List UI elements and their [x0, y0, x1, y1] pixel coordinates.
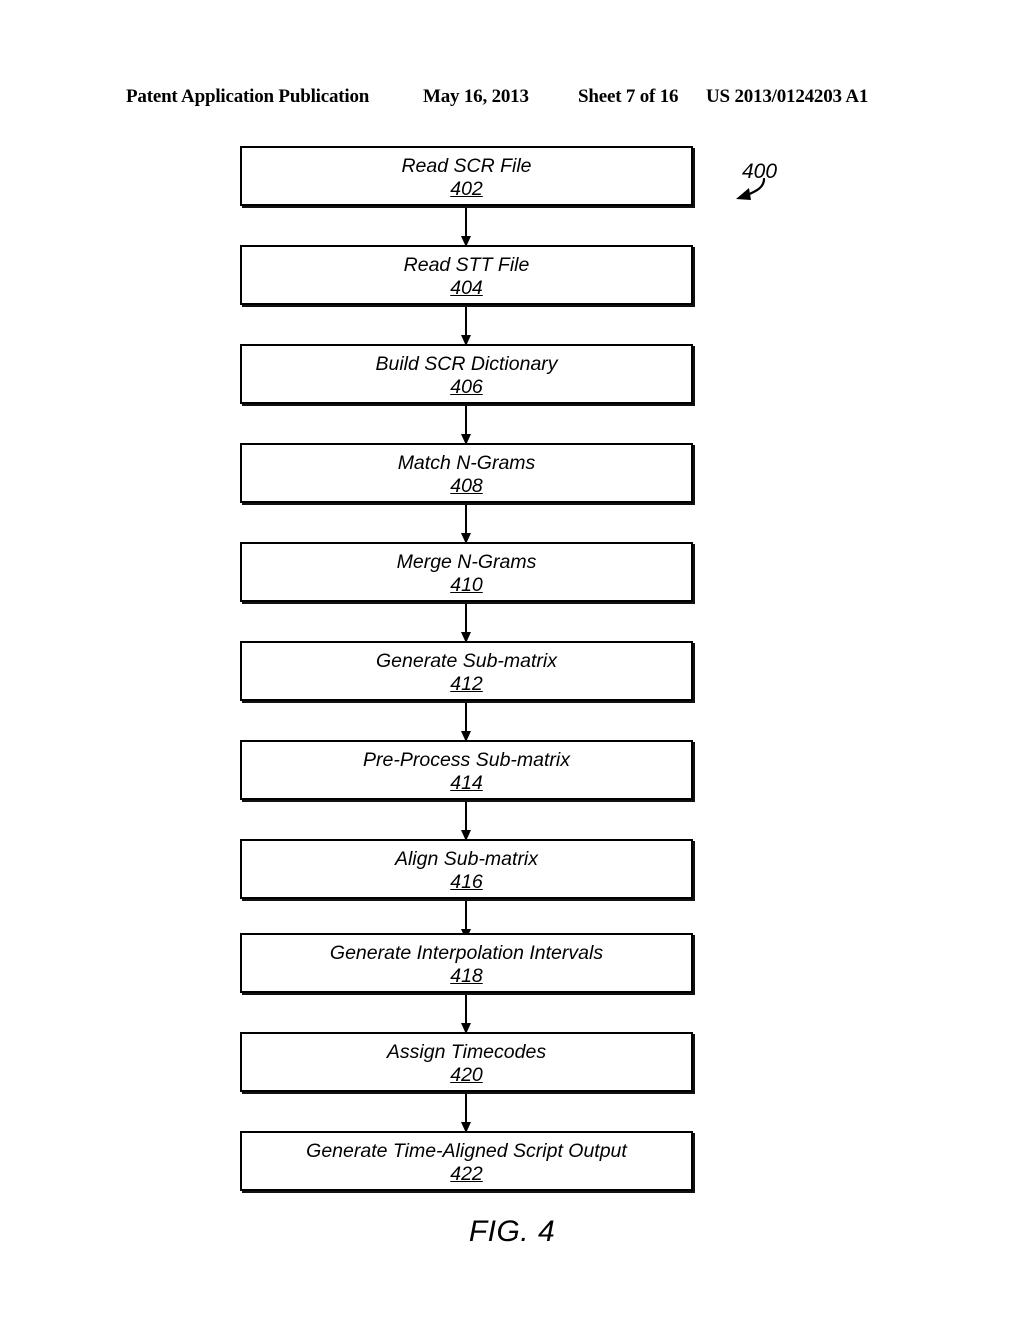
flow-node-404: Read STT File 404: [240, 245, 693, 305]
flow-node-422-ref-text: 422: [450, 1163, 483, 1185]
figure-caption: FIG. 4: [468, 1215, 556, 1248]
flow-edge-408-410: [461, 505, 471, 544]
flow-node-422-ref: 422: [242, 1163, 691, 1186]
flow-node-404-ref-text: 404: [450, 277, 483, 299]
flow-edge-414-416: [461, 802, 471, 841]
flow-node-402: Read SCR File 402: [240, 146, 693, 206]
flow-edge-404-406: [461, 307, 471, 346]
flow-node-420-label: Assign Timecodes: [386, 1041, 547, 1063]
flow-node-422: Generate Time-Aligned Script Output 422: [240, 1131, 693, 1191]
flow-node-410-ref-text: 410: [450, 574, 483, 596]
flow-node-418-ref-text: 418: [450, 965, 483, 987]
flow-node-404-ref: 404: [242, 277, 691, 300]
flow-node-404-label: Read STT File: [403, 254, 530, 276]
flow-node-416-ref: 416: [242, 871, 691, 894]
flow-node-416-ref-text: 416: [450, 871, 483, 893]
flow-node-410-ref: 410: [242, 574, 691, 597]
flow-node-414-ref-text: 414: [450, 772, 483, 794]
flow-edge-420-422: [461, 1094, 471, 1133]
diagram-reference-arrow-icon: [736, 178, 766, 200]
flowchart-diagram: Read SCR File 402 Read STT File 404 Buil…: [0, 0, 1024, 1320]
flow-node-410-label: Merge N-Grams: [396, 551, 537, 573]
flow-node-402-ref-text: 402: [450, 178, 483, 200]
flow-node-414-label: Pre-Process Sub-matrix: [363, 749, 570, 771]
flow-node-406-ref-text: 406: [450, 376, 483, 398]
flow-node-402-label: Read SCR File: [401, 155, 532, 177]
flow-node-412-ref: 412: [242, 673, 691, 696]
flow-node-412-ref-text: 412: [450, 673, 483, 695]
flow-node-420-ref: 420: [242, 1064, 691, 1087]
flow-edge-410-412: [461, 604, 471, 643]
flow-node-408: Match N-Grams 408: [240, 443, 693, 503]
flow-node-414: Pre-Process Sub-matrix 414: [240, 740, 693, 800]
flow-node-416-label: Align Sub-matrix: [394, 848, 539, 870]
flow-node-408-ref: 408: [242, 475, 691, 498]
flow-edge-402-404: [461, 208, 471, 247]
flow-node-418: Generate Interpolation Intervals 418: [240, 933, 693, 993]
flow-edge-412-414: [461, 703, 471, 742]
flow-node-406-label: Build SCR Dictionary: [375, 353, 558, 375]
flow-node-410: Merge N-Grams 410: [240, 542, 693, 602]
flow-node-420: Assign Timecodes 420: [240, 1032, 693, 1092]
flow-node-406-ref: 406: [242, 376, 691, 399]
flow-node-418-ref: 418: [242, 965, 691, 988]
flow-node-418-label: Generate Interpolation Intervals: [329, 942, 604, 964]
flow-node-412-label: Generate Sub-matrix: [376, 650, 557, 672]
flow-node-408-label: Match N-Grams: [397, 452, 536, 474]
flow-node-414-ref: 414: [242, 772, 691, 795]
flow-node-408-ref-text: 408: [450, 475, 483, 497]
flow-node-416: Align Sub-matrix 416: [240, 839, 693, 899]
flow-node-402-ref: 402: [242, 178, 691, 201]
flow-edge-418-420: [461, 995, 471, 1034]
flow-node-422-label: Generate Time-Aligned Script Output: [306, 1140, 627, 1162]
flow-node-406: Build SCR Dictionary 406: [240, 344, 693, 404]
flow-node-420-ref-text: 420: [450, 1064, 483, 1086]
flow-node-412: Generate Sub-matrix 412: [240, 641, 693, 701]
flow-edge-406-408: [461, 406, 471, 445]
